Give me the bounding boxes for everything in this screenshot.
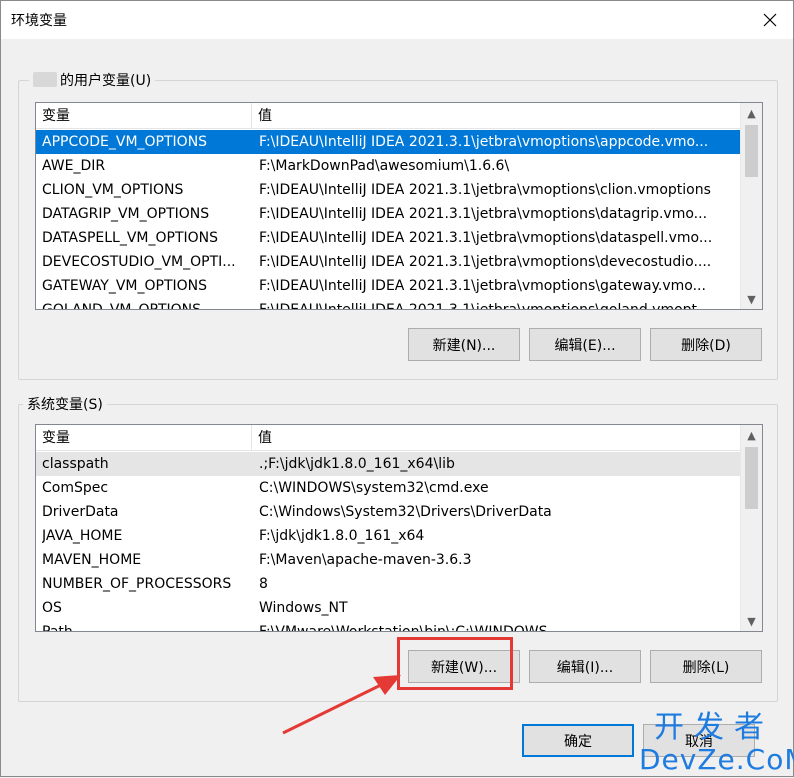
- table-row[interactable]: GATEWAY_VM_OPTIONS F:\IDEAU\IntelliJ IDEA…: [36, 274, 740, 298]
- user-new-button[interactable]: 新建(N)...: [408, 328, 520, 361]
- table-row[interactable]: classpath .;F:\jdk\jdk1.8.0_161_x64\lib: [36, 452, 740, 476]
- list-header: 变量 值: [36, 103, 740, 129]
- user-variables-rows: APPCODE_VM_OPTIONS F:\IDEAU\IntelliJ IDEA…: [36, 130, 740, 309]
- system-variables-list[interactable]: 变量 值 classpath .;F:\jdk\jdk1.8.0_161_x64\…: [35, 424, 763, 632]
- vertical-scrollbar[interactable]: ▲ ▼: [740, 103, 762, 309]
- user-variables-label: 的用户变量(U): [29, 70, 156, 90]
- system-variables-rows: classpath .;F:\jdk\jdk1.8.0_161_x64\lib C…: [36, 452, 740, 631]
- column-header-variable[interactable]: 变量: [36, 425, 252, 451]
- table-row[interactable]: AWE_DIR F:\MarkDownPad\awesomium\1.6.6\: [36, 154, 740, 178]
- column-header-value[interactable]: 值: [252, 425, 740, 451]
- table-row[interactable]: JAVA_HOME F:\jdk\jdk1.8.0_161_x64: [36, 524, 740, 548]
- vertical-scrollbar[interactable]: ▲ ▼: [740, 425, 762, 631]
- list-header: 变量 值: [36, 425, 740, 451]
- title-bar: 环境变量: [1, 1, 793, 39]
- column-header-value[interactable]: 值: [252, 103, 740, 129]
- scroll-down-icon[interactable]: ▼: [741, 289, 762, 309]
- table-row[interactable]: GOLAND_VM_OPTIONS F:\IDEAU\IntelliJ IDEA …: [36, 298, 740, 309]
- table-row[interactable]: MAVEN_HOME F:\Maven\apache-maven-3.6.3: [36, 548, 740, 572]
- window-title: 环境变量: [11, 13, 67, 29]
- table-row[interactable]: APPCODE_VM_OPTIONS F:\IDEAU\IntelliJ IDEA…: [36, 130, 740, 154]
- column-header-variable[interactable]: 变量: [36, 103, 252, 129]
- table-row[interactable]: ComSpec C:\WINDOWS\system32\cmd.exe: [36, 476, 740, 500]
- scroll-up-icon[interactable]: ▲: [741, 103, 762, 123]
- redacted-username: [33, 72, 57, 87]
- table-row[interactable]: DEVECOSTUDIO_VM_OPTI... F:\IDEAU\IntelliJ…: [36, 250, 740, 274]
- ok-button[interactable]: 确定: [522, 724, 634, 757]
- table-row[interactable]: OS Windows_NT: [36, 596, 740, 620]
- user-variables-list[interactable]: 变量 值 APPCODE_VM_OPTIONS F:\IDEAU\IntelliJ…: [35, 102, 763, 310]
- system-new-button[interactable]: 新建(W)...: [408, 650, 520, 683]
- scrollbar-thumb[interactable]: [745, 447, 758, 509]
- table-row[interactable]: DATAGRIP_VM_OPTIONS F:\IDEAU\IntelliJ IDE…: [36, 202, 740, 226]
- environment-variables-dialog: 环境变量 的用户变量(U) 变量 值 APPCODE_VM_OPTIONS F:\…: [0, 0, 794, 777]
- cancel-button[interactable]: 取消: [643, 724, 755, 757]
- table-row[interactable]: Path F:\VMware\Workstation\bin\;C:\WINDOW…: [36, 620, 740, 631]
- table-row[interactable]: DATASPELL_VM_OPTIONS F:\IDEAU\IntelliJ ID…: [36, 226, 740, 250]
- system-variables-label: 系统变量(S): [23, 394, 107, 414]
- table-row[interactable]: NUMBER_OF_PROCESSORS 8: [36, 572, 740, 596]
- system-edit-button[interactable]: 编辑(I)...: [529, 650, 641, 683]
- table-row[interactable]: CLION_VM_OPTIONS F:\IDEAU\IntelliJ IDEA 2…: [36, 178, 740, 202]
- table-row[interactable]: DriverData C:\Windows\System32\Drivers\Dr…: [36, 500, 740, 524]
- user-edit-button[interactable]: 编辑(E)...: [529, 328, 641, 361]
- user-delete-button[interactable]: 删除(D): [650, 328, 762, 361]
- close-button[interactable]: [747, 1, 793, 39]
- scroll-up-icon[interactable]: ▲: [741, 425, 762, 445]
- scroll-down-icon[interactable]: ▼: [741, 611, 762, 631]
- system-delete-button[interactable]: 删除(L): [650, 650, 762, 683]
- close-icon: [763, 13, 777, 27]
- scrollbar-thumb[interactable]: [745, 125, 758, 177]
